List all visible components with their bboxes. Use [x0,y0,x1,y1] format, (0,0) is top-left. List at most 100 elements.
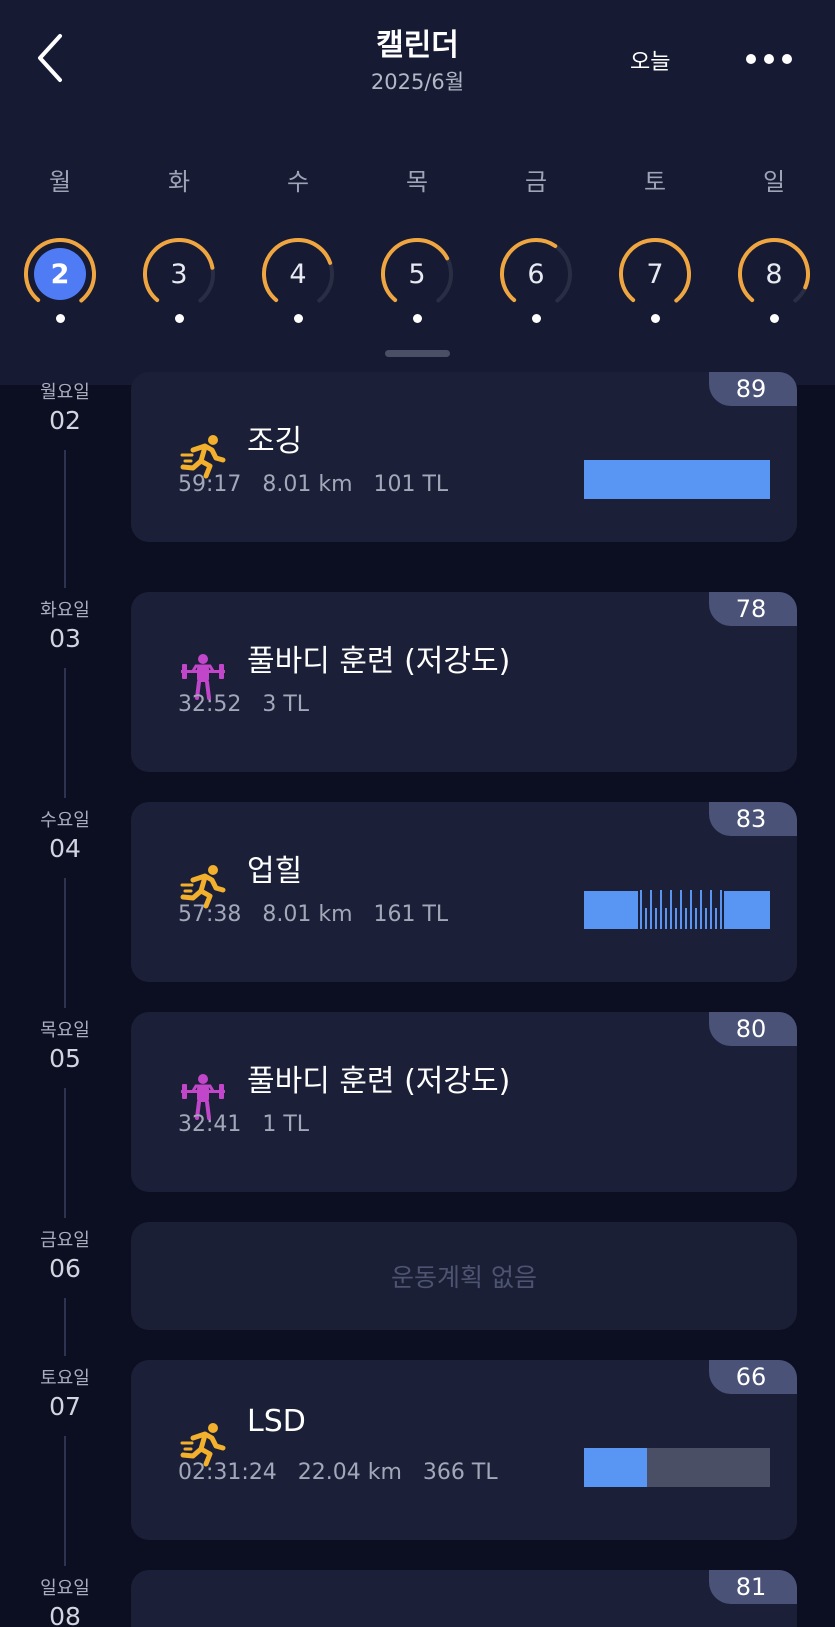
page-title: 캘린더 [376,28,459,63]
activity-name: 풀바디 훈련 (저강도) [247,1064,511,1099]
interval-tick [680,890,682,929]
date-weekday: 일요일 [40,1578,90,1599]
score-badge: 89 [709,372,797,406]
score-value: 80 [735,1015,767,1043]
date-day: 05 [49,1044,81,1073]
calendar-header: 캘린더 2025/6월 오늘 월 화 수 목 금 토 일 2 3 4 5 6 7… [0,0,835,385]
activity-dot [770,314,779,323]
weekday-label: 수 [286,168,310,196]
score-badge: 78 [709,592,797,626]
interval-tick [650,890,652,929]
interval-tick [655,908,657,929]
warmup-block [584,891,638,929]
activity-card[interactable]: 89 조깅 59:17 8.01 km 101 TL [131,372,797,542]
day-5[interactable]: 5 [379,236,459,326]
intensity-bar-fill [584,460,770,499]
activity-card[interactable]: 66 LSD 02:31:24 22.04 km 366 TL [131,1360,797,1540]
score-value: 89 [735,375,767,403]
interval-tick [720,890,722,929]
interval-tick [695,908,697,929]
interval-tick [640,890,642,929]
day-7[interactable]: 7 [617,236,697,326]
activity-card[interactable]: 81 [131,1570,797,1627]
date-day: 08 [49,1602,81,1627]
interval-tick [710,890,712,929]
activity-card[interactable]: 80 풀바디 훈련 (저강도) 32:41 1 TL [131,1012,797,1192]
score-value: 66 [735,1363,767,1391]
day-number: 3 [170,259,188,290]
weekday-label: 목 [405,168,429,196]
activity-stats: 59:17 8.01 km 101 TL [178,472,449,497]
score-value: 78 [735,595,767,623]
date-label: 화요일 03 [20,596,110,653]
date-label: 금요일 06 [20,1226,110,1283]
activity-dot [532,314,541,323]
interval-tick [660,890,662,929]
empty-day-card[interactable]: 운동계획 없음 [131,1222,797,1330]
activity-stats: 02:31:24 22.04 km 366 TL [178,1460,498,1485]
timeline-line [64,1298,66,1356]
date-day: 06 [49,1254,81,1283]
activity-name: 조깅 [247,424,303,459]
interval-tick [705,908,707,929]
date-weekday: 월요일 [40,382,90,403]
day-number: 4 [289,259,307,290]
interval-tick [700,890,702,929]
date-weekday: 금요일 [40,1230,90,1251]
activity-stats: 32:41 1 TL [178,1112,310,1137]
interval-tick [690,890,692,929]
activity-dot [651,314,660,323]
day-6[interactable]: 6 [498,236,578,326]
interval-tick [665,908,667,929]
day-number: 6 [527,259,545,290]
intensity-bar-fill [584,1448,647,1487]
score-badge: 80 [709,1012,797,1046]
date-weekday: 목요일 [40,1020,90,1041]
drag-handle[interactable] [385,350,450,357]
interval-tick [670,890,672,929]
cooldown-block [724,891,770,929]
activity-name: 풀바디 훈련 (저강도) [247,644,511,679]
activity-card[interactable]: 78 풀바디 훈련 (저강도) 32:52 3 TL [131,592,797,772]
intensity-bar [584,1448,770,1487]
month-subtitle: 2025/6월 [370,70,465,94]
activity-card[interactable]: 83 업힐 57:38 8.01 km 161 TL [131,802,797,982]
date-label: 수요일 04 [20,806,110,863]
day-2[interactable]: 2 [22,236,102,326]
date-label: 토요일 07 [20,1364,110,1421]
day-number: 7 [646,259,664,290]
score-badge: 83 [709,802,797,836]
no-plan-text: 운동계획 없음 [391,1263,537,1292]
timeline-line [64,450,66,588]
activity-stats: 57:38 8.01 km 161 TL [178,902,449,927]
more-options-icon[interactable] [744,48,794,72]
score-badge: 81 [709,1570,797,1604]
score-value: 83 [735,805,767,833]
interval-tick [715,908,717,929]
activity-name: LSD [247,1404,306,1439]
activity-name: 업힐 [247,854,303,889]
day-number: 5 [408,259,426,290]
activity-dot [294,314,303,323]
interval-workout-graph [584,890,770,929]
day-4[interactable]: 4 [260,236,340,326]
day-3[interactable]: 3 [141,236,221,326]
intensity-bar [584,460,770,499]
weekday-label: 금 [524,168,548,196]
weekday-row: 월 화 수 목 금 토 일 [0,162,835,198]
date-day: 02 [49,406,81,435]
activity-dot [413,314,422,323]
weekday-label: 월 [48,168,72,196]
date-label: 목요일 05 [20,1016,110,1073]
today-button[interactable]: 오늘 [630,44,670,76]
day-8[interactable]: 8 [736,236,816,326]
interval-tick [685,908,687,929]
date-weekday: 토요일 [40,1368,90,1389]
interval-tick [645,908,647,929]
date-day: 07 [49,1392,81,1421]
weekday-label: 토 [643,168,667,196]
date-day: 03 [49,624,81,653]
activity-dot [175,314,184,323]
date-label: 일요일 08 [20,1574,110,1627]
date-label: 월요일 02 [20,378,110,435]
